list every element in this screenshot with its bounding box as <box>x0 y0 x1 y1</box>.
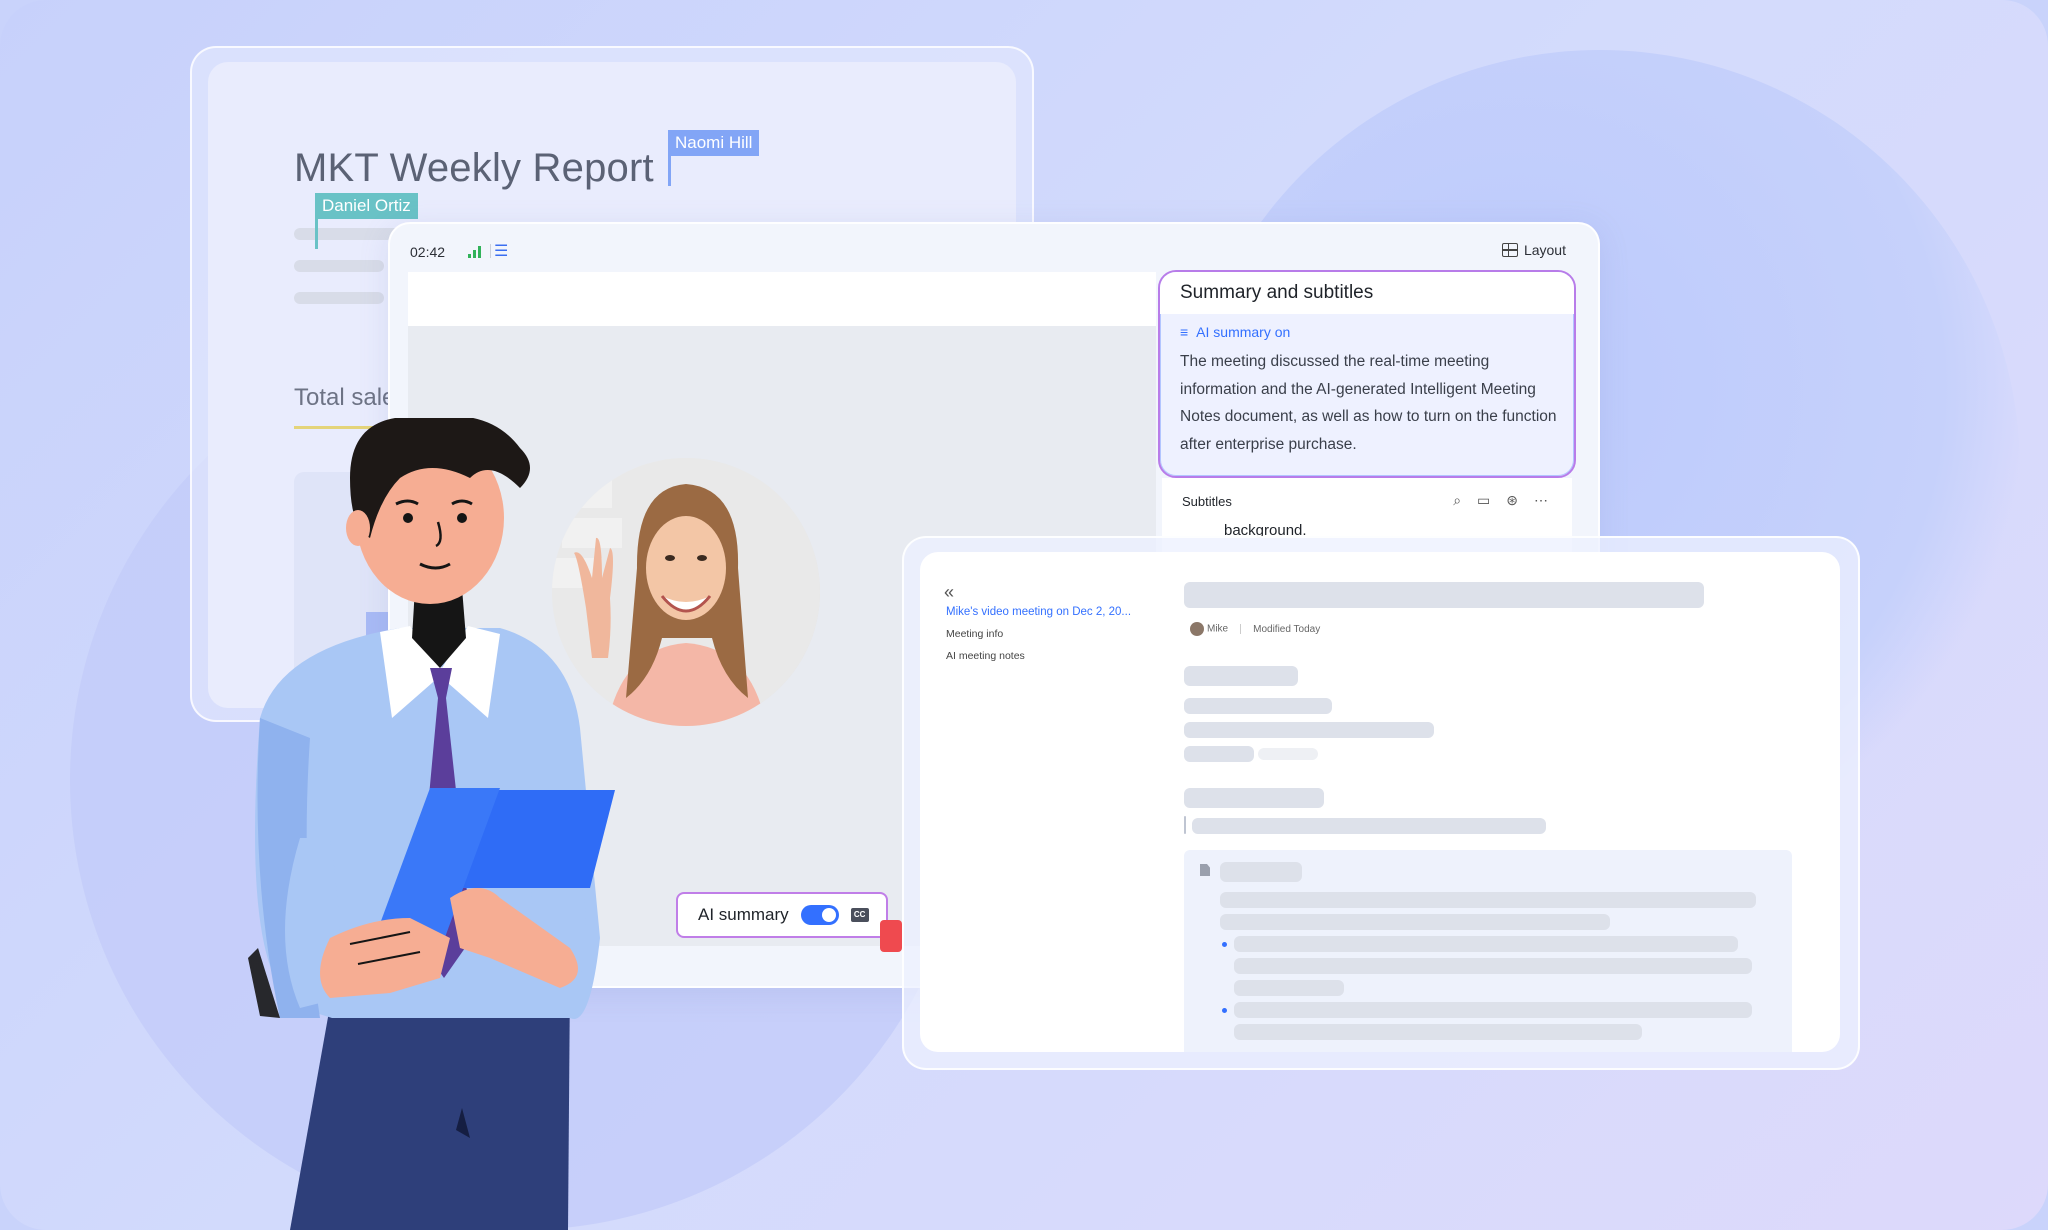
report-section-heading: Total sale <box>294 384 396 411</box>
divider <box>1240 624 1242 634</box>
bullet <box>1222 1008 1227 1013</box>
collaborator-cursor-daniel: Daniel Ortiz <box>315 193 418 249</box>
subtitles-label: Subtitles <box>1182 494 1232 509</box>
report-title: MKT Weekly Report <box>294 146 654 190</box>
text-line-placeholder <box>294 292 384 304</box>
ai-summary-toggle-label: AI summary <box>698 905 789 924</box>
text-line-placeholder <box>1184 746 1254 762</box>
video-top-bar <box>408 272 1156 326</box>
text-line-placeholder <box>1192 818 1546 834</box>
signal-strength-icon <box>468 246 484 258</box>
text-line-placeholder <box>1234 1024 1642 1040</box>
text-line-placeholder <box>1184 698 1332 714</box>
layout-button[interactable]: Layout <box>1501 242 1566 258</box>
summary-text: The meeting discussed the real-time meet… <box>1180 353 1557 453</box>
avatar <box>1190 622 1204 636</box>
doc-title-placeholder <box>1184 582 1704 608</box>
meeting-timer: 02:42 <box>410 244 446 260</box>
heading-placeholder <box>1184 666 1298 686</box>
double-chevron-left-icon[interactable]: « <box>944 582 954 603</box>
summary-panel: Summary and subtitles ≡ AI summary on Th… <box>1158 270 1576 478</box>
text-line-placeholder <box>1184 722 1434 738</box>
ai-summary-status[interactable]: ≡ AI summary on <box>1180 324 1290 340</box>
closed-captions-icon[interactable]: CC <box>850 908 869 922</box>
meeting-notes-page: « Mike's video meeting on Dec 2, 20... M… <box>920 552 1840 1052</box>
search-icon[interactable]: ⌕ <box>1453 492 1461 509</box>
quote-bar <box>1184 816 1186 834</box>
modified-time: Modified Today <box>1253 623 1321 635</box>
notes-nav-meeting-title[interactable]: Mike's video meeting on Dec 2, 20... <box>946 606 1131 618</box>
notes-nav-ai-notes[interactable]: AI meeting notes <box>946 650 1025 662</box>
ai-notes-block <box>1184 850 1792 1052</box>
doc-meta: Mike Modified Today <box>1190 622 1320 636</box>
author: Mike <box>1190 622 1228 636</box>
more-icon[interactable]: ⋯ <box>1534 492 1548 509</box>
ai-summary-toggle[interactable] <box>800 905 839 925</box>
text-line-placeholder <box>1258 748 1318 760</box>
text-line-placeholder <box>1234 1002 1752 1018</box>
hero-illustration: MKT Weekly Report Total sale Naomi Hill … <box>0 0 2048 1230</box>
screen-icon[interactable]: ▭ <box>1477 492 1490 509</box>
ai-list-icon[interactable]: ☰ <box>494 244 508 260</box>
text-line-placeholder <box>294 260 384 272</box>
filter-lines-icon: ≡ <box>1180 324 1189 340</box>
translate-icon[interactable]: ⊛ <box>1506 492 1518 509</box>
heading-placeholder <box>1184 788 1324 808</box>
ai-summary-toggle-bar: AI summary CC <box>676 892 888 938</box>
text-line-placeholder <box>1220 892 1756 908</box>
text-line-placeholder <box>1234 980 1344 996</box>
ai-summary-status-label: AI summary on <box>1196 324 1291 340</box>
layout-grid-icon <box>1501 243 1518 257</box>
text-line-placeholder <box>1234 936 1738 952</box>
layout-button-label: Layout <box>1523 242 1566 258</box>
summary-panel-title: Summary and subtitles <box>1160 272 1574 314</box>
subtitles-toolbar: ⌕ ▭ ⊛ ⋯ <box>1453 492 1548 509</box>
heading-placeholder <box>1220 862 1302 882</box>
notes-nav-meeting-info[interactable]: Meeting info <box>946 628 1003 640</box>
businessman-illustration <box>248 418 615 1230</box>
bullet <box>1222 942 1227 947</box>
meeting-notes-card: « Mike's video meeting on Dec 2, 20... M… <box>902 536 1860 1070</box>
doc-icon <box>1200 864 1210 876</box>
end-meeting-button[interactable] <box>880 920 902 952</box>
text-line-placeholder <box>1220 914 1610 930</box>
divider <box>490 244 491 258</box>
text-line-placeholder <box>1234 958 1752 974</box>
collaborator-cursor-naomi: Naomi Hill <box>668 130 760 186</box>
